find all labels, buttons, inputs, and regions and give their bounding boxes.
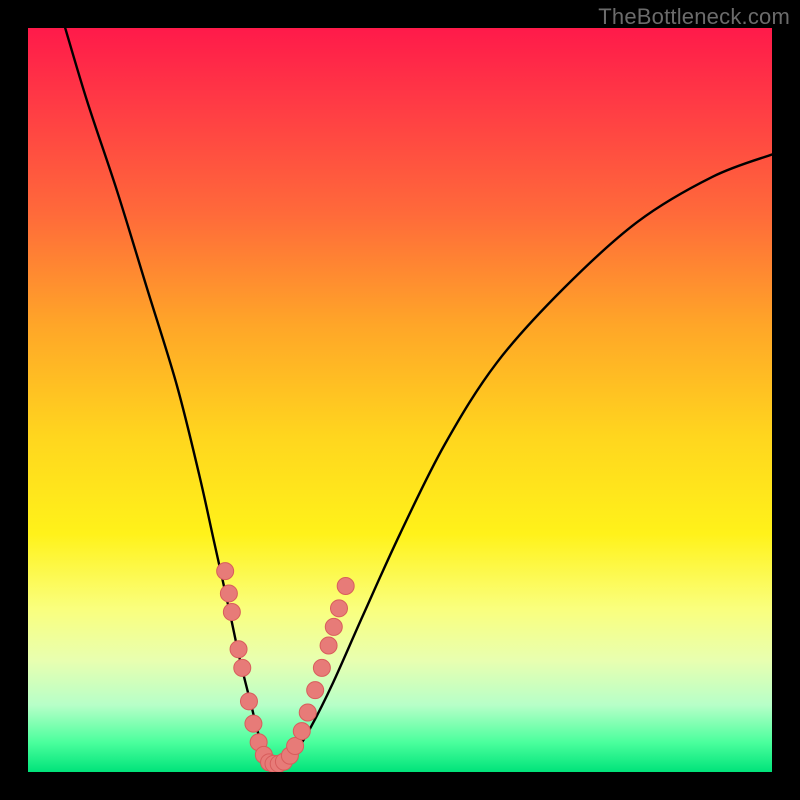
scatter-markers [217, 563, 355, 772]
marker [337, 578, 354, 595]
marker [223, 604, 240, 621]
marker [293, 723, 310, 740]
watermark-text: TheBottleneck.com [598, 4, 790, 30]
marker [245, 715, 262, 732]
marker [325, 618, 342, 635]
marker [330, 600, 347, 617]
marker [234, 659, 251, 676]
marker [307, 682, 324, 699]
chart-frame: TheBottleneck.com [0, 0, 800, 800]
marker [320, 637, 337, 654]
bottleneck-curve [65, 28, 772, 764]
marker [230, 641, 247, 658]
marker [217, 563, 234, 580]
marker [313, 659, 330, 676]
plot-area [28, 28, 772, 772]
marker [240, 693, 257, 710]
curve-svg [28, 28, 772, 772]
marker [220, 585, 237, 602]
marker [299, 704, 316, 721]
